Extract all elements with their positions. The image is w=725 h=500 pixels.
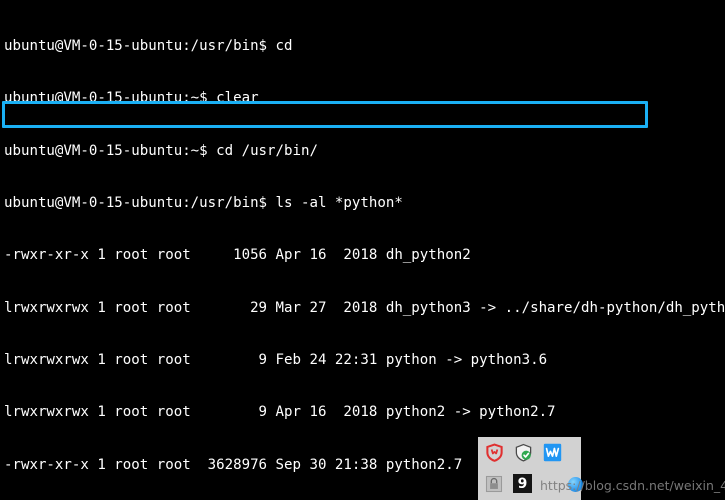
terminal-output[interactable]: ubuntu@VM-0-15-ubuntu:/usr/bin$ cd ubunt… [0, 0, 725, 500]
security-shield-red-icon[interactable] [484, 443, 504, 463]
terminal-line: lrwxrwxrwx 1 root root 9 Apr 16 2018 pyt… [4, 404, 556, 421]
terminal-line: -rwxr-xr-x 1 root root 3628976 Sep 30 21… [4, 456, 463, 473]
terminal-line: ubuntu@VM-0-15-ubuntu:/usr/bin$ ls -al *… [4, 194, 403, 211]
wps-office-icon[interactable] [542, 443, 562, 463]
watermark-text: https://blog.csdn.net/weixin_44053341 [540, 478, 725, 493]
terminal-line: -rwxr-xr-x 1 root root 1056 Apr 16 2018 … [4, 247, 471, 264]
terminal-line-highlighted: lrwxrwxrwx 1 root root 9 Feb 24 22:31 py… [4, 351, 548, 368]
tray-row-top [478, 437, 581, 468]
terminal-line: ubuntu@VM-0-15-ubuntu:/usr/bin$ cd [4, 37, 293, 54]
lock-icon[interactable] [484, 474, 504, 494]
shield-check-icon[interactable] [513, 443, 533, 463]
terminal-line: ubuntu@VM-0-15-ubuntu:~$ clear [4, 90, 259, 107]
terminal-screen: ubuntu@VM-0-15-ubuntu:/usr/bin$ cd ubunt… [0, 0, 725, 500]
terminal-line: lrwxrwxrwx 1 root root 29 Mar 27 2018 dh… [4, 299, 725, 316]
terminal-line: ubuntu@VM-0-15-ubuntu:~$ cd /usr/bin/ [4, 142, 318, 159]
notification-count-badge[interactable]: 9 [513, 474, 532, 493]
